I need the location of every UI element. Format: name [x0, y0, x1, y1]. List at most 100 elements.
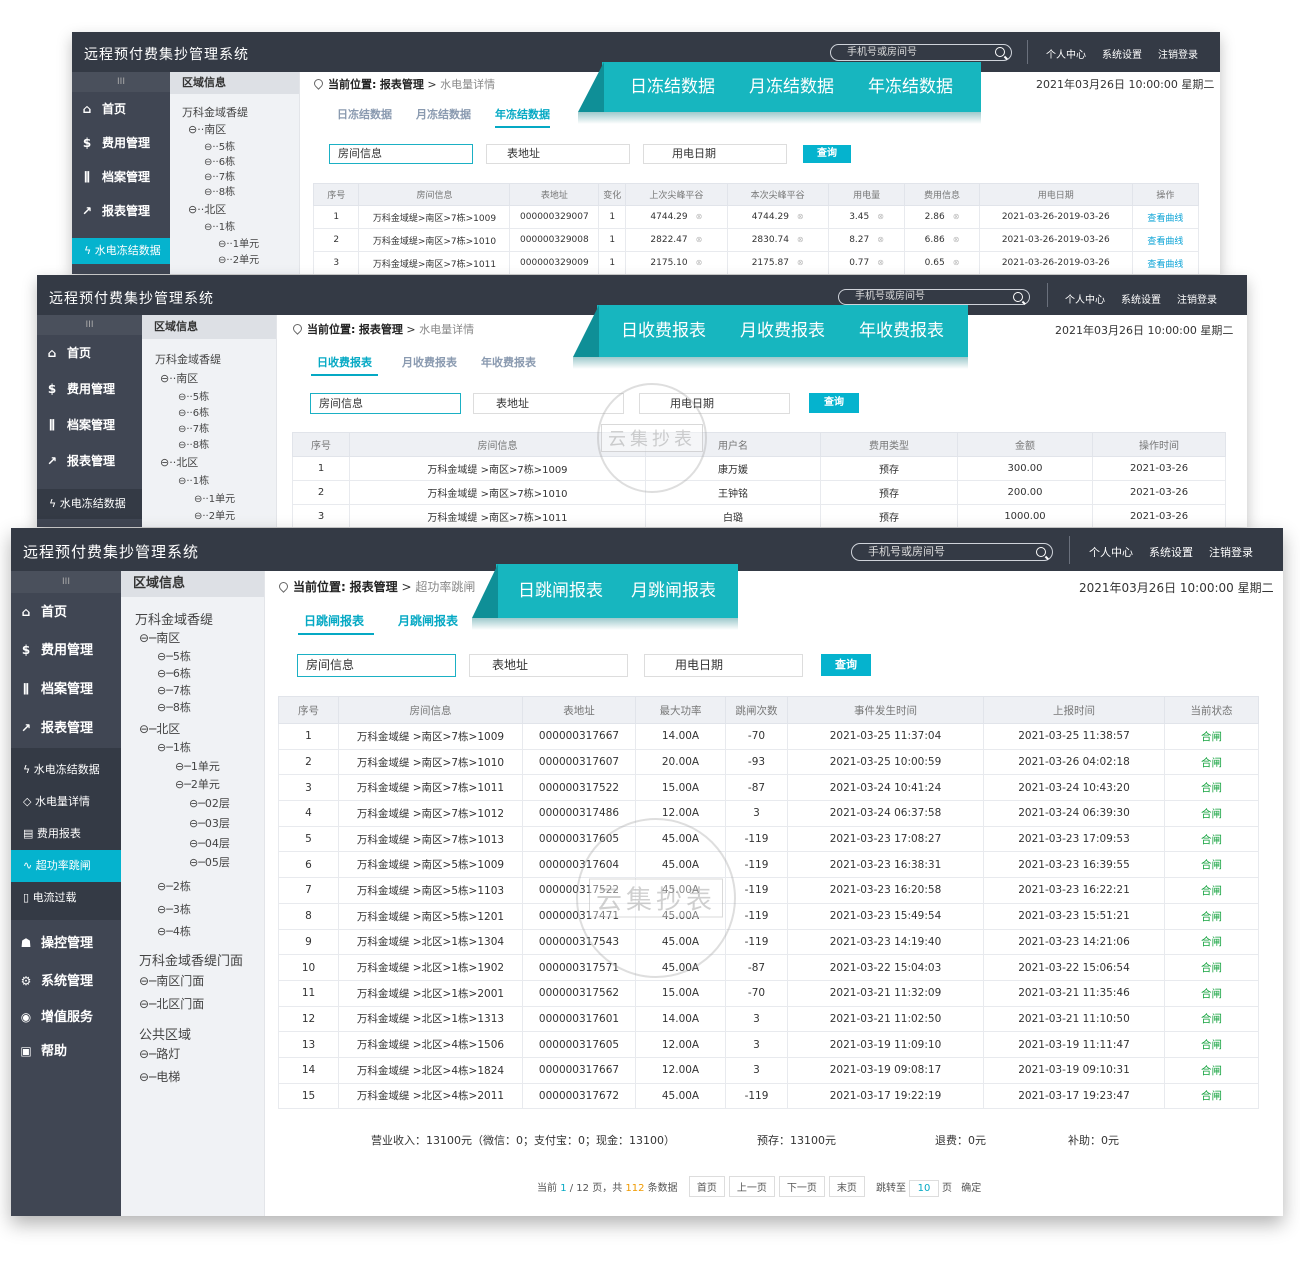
table-row[interactable]: 3 万科金域缇 >南区>7栋>1011 白璐 预存 1000.00 2021-03-26: [292, 504, 1226, 527]
tree-node-public[interactable]: 公共区域: [139, 1024, 191, 1043]
meter-input[interactable]: 表地址: [473, 393, 624, 414]
tree-node-b8[interactable]: ⊖··8栋: [178, 436, 209, 451]
logout-link[interactable]: 注销登录: [1158, 50, 1198, 61]
tree-node-u2[interactable]: ⊖··2单元: [218, 251, 259, 266]
query-button[interactable]: 查询: [803, 145, 851, 163]
column-header[interactable]: 操作: [1131, 183, 1200, 206]
table-cell[interactable]: 查看曲线: [1131, 251, 1200, 274]
table-cell[interactable]: 查看曲线: [1131, 228, 1200, 252]
column-header[interactable]: 事件发生时间: [787, 696, 984, 724]
view-curve-link[interactable]: 查看曲线: [1147, 260, 1183, 270]
column-header[interactable]: 房间信息: [358, 183, 511, 206]
submenu-frozen-data[interactable]: ϟ 水电冻结数据: [37, 489, 142, 519]
view-curve-link[interactable]: 查看曲线: [1147, 237, 1183, 247]
menu-archive[interactable]: ⫼ 档案管理: [37, 407, 142, 443]
tree-node-b6[interactable]: ⊖··6栋: [178, 404, 209, 419]
menu-system[interactable]: ⚙ 系统管理: [11, 962, 121, 1000]
view-curve-link[interactable]: 查看曲线: [1147, 214, 1183, 224]
menu-home[interactable]: ⌂ 首页: [37, 335, 142, 371]
tree-node-north-gate[interactable]: ⊖─北区门面: [139, 995, 204, 1012]
search-input[interactable]: 手机号或房间号: [830, 44, 1012, 61]
date-input[interactable]: 用电日期: [643, 144, 787, 164]
dismiss-icon[interactable]: ⊗: [877, 212, 884, 221]
tree-node-root[interactable]: 万科金域香缇: [135, 609, 213, 628]
dismiss-icon[interactable]: ⊗: [797, 235, 804, 244]
submenu-overcurrent[interactable]: ▯ 电流过载: [11, 882, 121, 914]
tree-node-b1[interactable]: ⊖··1栋: [178, 472, 209, 487]
query-button[interactable]: 查询: [821, 654, 871, 676]
column-header[interactable]: 表地址: [522, 696, 636, 724]
tree-node-elevator[interactable]: ⊖─电梯: [139, 1068, 180, 1085]
first-page-button[interactable]: 首页: [688, 1176, 725, 1197]
column-header[interactable]: 用电量: [827, 183, 906, 206]
column-header[interactable]: 序号: [278, 696, 339, 724]
tree-node-north[interactable]: ⊖··北区: [160, 454, 198, 470]
tree-node-b5[interactable]: ⊖─5栋: [157, 648, 191, 664]
meter-input[interactable]: 表地址: [469, 654, 628, 677]
table-row[interactable]: 2 万科金域缇 >南区>7栋>1010 000000317607 20.00A -93 2…: [278, 748, 1259, 776]
column-header[interactable]: 上报时间: [983, 696, 1165, 724]
tree-node-south[interactable]: ⊖··南区: [160, 370, 198, 386]
tab-month-frozen[interactable]: 月冻结数据: [416, 106, 471, 126]
table-row[interactable]: 3 万科金域缇>南区>7栋>1011 000000329009 1 2175.10 ⊗ 21…: [312, 251, 1200, 274]
tree-node-gate-root[interactable]: 万科金域香缇门面: [139, 950, 243, 969]
tree-node-b1[interactable]: ⊖─1栋: [157, 739, 191, 755]
search-input[interactable]: 手机号或房间号: [851, 543, 1053, 561]
tree-node-f5[interactable]: ⊖─05层: [189, 854, 230, 870]
tree-node-b7[interactable]: ⊖─7栋: [157, 682, 191, 698]
date-input[interactable]: 用电日期: [644, 654, 803, 677]
dismiss-icon[interactable]: ⊗: [953, 258, 960, 267]
tree-node-u1[interactable]: ⊖─1单元: [175, 758, 220, 774]
tree-node-b5[interactable]: ⊖··5栋: [204, 138, 235, 153]
tab-day-frozen[interactable]: 日冻结数据: [337, 106, 392, 126]
table-row[interactable]: 5 万科金域缇 >南区>7栋>1013 000000317605 45.00A -119…: [278, 825, 1259, 853]
column-header[interactable]: 用电日期: [978, 183, 1133, 206]
system-settings-link[interactable]: 系统设置: [1121, 295, 1161, 306]
tree-node-south-gate[interactable]: ⊖─南区门面: [139, 972, 204, 989]
dismiss-icon[interactable]: ⊗: [696, 212, 703, 221]
last-page-button[interactable]: 末页: [828, 1176, 865, 1197]
dismiss-icon[interactable]: ⊗: [953, 212, 960, 221]
tree-node-root[interactable]: 万科金域香缇: [155, 351, 221, 367]
table-row[interactable]: 11 万科金域缇 >北区>1栋>2001 000000317562 15.00A -70…: [278, 979, 1259, 1007]
column-header[interactable]: 序号: [312, 183, 360, 206]
dismiss-icon[interactable]: ⊗: [877, 258, 884, 267]
tree-node-b6[interactable]: ⊖··6栋: [204, 153, 235, 168]
tree-node-north[interactable]: ⊖··北区: [188, 201, 226, 217]
tab-year-frozen[interactable]: 年冻结数据: [495, 106, 550, 128]
tab-day-trip[interactable]: 日跳闸报表: [298, 612, 375, 635]
column-header[interactable]: 操作时间: [1092, 432, 1226, 457]
menu-fee[interactable]: $ 费用管理: [37, 371, 142, 407]
menu-archive[interactable]: ⫼ 档案管理: [11, 670, 121, 709]
tree-node-b4[interactable]: ⊖─4栋: [157, 923, 191, 939]
tab-month-trip[interactable]: 月跳闸报表: [398, 612, 458, 633]
table-row[interactable]: 3 万科金域缇 >南区>7栋>1011 000000317522 15.00A -87 2…: [278, 774, 1259, 802]
room-input[interactable]: 房间信息: [310, 393, 461, 414]
date-input[interactable]: 用电日期: [639, 393, 790, 414]
tree-node-b2[interactable]: ⊖─2栋: [157, 878, 191, 894]
crumb-section[interactable]: 报表管理: [359, 323, 403, 336]
menu-report[interactable]: ↗ 报表管理: [11, 709, 121, 748]
table-row[interactable]: 8 万科金域缇 >南区>5栋>1201 000000317471 45.00A -119…: [278, 902, 1259, 930]
sidebar-collapse-handle[interactable]: III: [37, 315, 142, 335]
tree-node-south[interactable]: ⊖··南区: [188, 121, 226, 137]
query-button[interactable]: 查询: [809, 393, 859, 413]
tree-node-root[interactable]: 万科金域香缇: [182, 104, 248, 120]
menu-help[interactable]: ▣ 帮助: [11, 1034, 121, 1068]
menu-archive[interactable]: ⫼ 档案管理: [72, 160, 170, 194]
tab-year-fee[interactable]: 年收费报表: [481, 354, 536, 374]
tree-node-south[interactable]: ⊖─南区: [139, 629, 180, 646]
page-jump-input[interactable]: 10: [909, 1180, 940, 1197]
table-row[interactable]: 7 万科金域缇 >南区>5栋>1103 000000317522 45.00A -119…: [278, 877, 1259, 904]
column-header[interactable]: 费用信息: [904, 183, 980, 206]
logout-link[interactable]: 注销登录: [1209, 546, 1253, 559]
column-header[interactable]: 金额: [957, 432, 1093, 457]
column-header[interactable]: 跳闸次数: [725, 696, 788, 724]
tree-node-f4[interactable]: ⊖─04层: [189, 835, 230, 851]
personal-center-link[interactable]: 个人中心: [1089, 546, 1133, 559]
logout-link[interactable]: 注销登录: [1177, 295, 1217, 306]
submenu-usage-detail[interactable]: ◇ 水电量详情: [11, 786, 121, 818]
tab-day-fee[interactable]: 日收费报表: [311, 354, 378, 376]
menu-home[interactable]: ⌂ 首页: [11, 593, 121, 631]
menu-report[interactable]: ↗ 报表管理: [72, 194, 170, 228]
